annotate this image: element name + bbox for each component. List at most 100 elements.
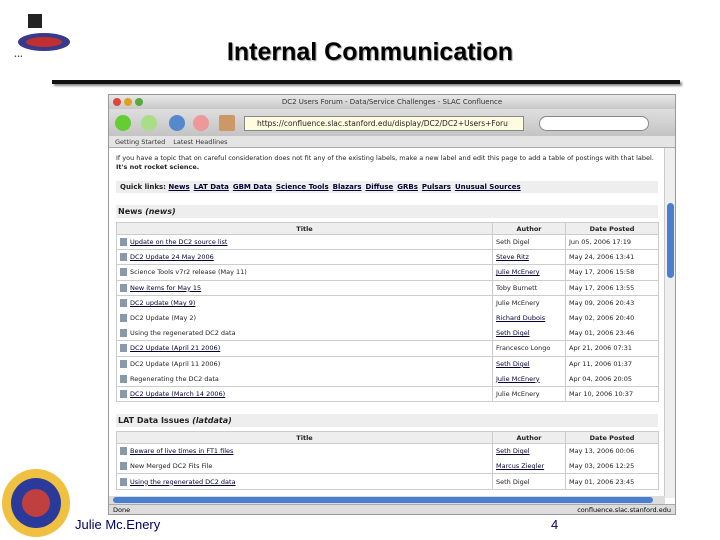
author: Julie McEnery <box>496 389 540 398</box>
author-link[interactable]: Steve Ritz <box>496 253 529 261</box>
quick-links: Quick links: News LAT Data GBM Data Science… <box>116 181 658 193</box>
minimize-icon[interactable] <box>124 98 132 106</box>
author: Julie McEnery <box>496 299 540 308</box>
quick-link[interactable]: Pulsars <box>422 183 451 191</box>
stop-icon[interactable] <box>193 115 209 131</box>
toolbar: https://confluence.slac.stanford.edu/dis… <box>109 109 675 136</box>
table-row: DC2 update (May 9) Julie McEnery May 09, 2… <box>116 295 659 311</box>
date-posted: Apr 11, 2006 01:37 <box>565 356 659 372</box>
post-title[interactable]: Science Tools v7r2 release (May 11) <box>130 268 247 276</box>
quick-link[interactable]: LAT Data <box>194 183 229 191</box>
column-header: Title <box>116 222 493 235</box>
postings-table: Title Author Date Posted Beware of live tim… <box>116 431 659 490</box>
date-posted: May 01, 2006 23:45 <box>565 473 659 490</box>
quick-link[interactable]: Diffuse <box>365 183 393 191</box>
status-bar: Done confluence.slac.stanford.edu <box>109 504 675 514</box>
forward-icon[interactable] <box>141 115 157 131</box>
page-icon <box>120 374 127 383</box>
table-row: DC2 Update (April 11 2006) Seth Digel Apr … <box>116 356 659 372</box>
post-title[interactable]: New Merged DC2 Fits File <box>130 462 212 470</box>
reload-icon[interactable] <box>169 115 185 131</box>
post-title-link[interactable]: Beware of live times in FT1 files <box>130 447 233 455</box>
horizontal-scrollbar[interactable] <box>109 496 665 504</box>
post-title[interactable]: Regenerating the DC2 data <box>130 375 219 383</box>
author-link[interactable]: Julie McEnery <box>496 375 540 383</box>
date-posted: May 02, 2006 20:40 <box>565 310 659 326</box>
table-row: Beware of live times in FT1 files Seth Di… <box>116 443 659 459</box>
home-icon[interactable] <box>219 115 235 131</box>
scrollbar-thumb[interactable] <box>667 203 674 278</box>
post-title-link[interactable]: Update on the DC2 source list <box>130 238 227 246</box>
post-title-link[interactable]: DC2 Update (April 21 2006) <box>130 344 220 352</box>
table-row: New Merged DC2 Fits File Marcus Ziegler Ma… <box>116 458 659 475</box>
vertical-scrollbar[interactable] <box>664 148 675 498</box>
quick-link[interactable]: Blazars <box>333 183 362 191</box>
search-input[interactable] <box>539 116 649 131</box>
page-icon <box>120 447 127 456</box>
column-header: Author <box>492 222 566 235</box>
date-posted: May 03, 2006 12:25 <box>565 458 659 475</box>
postings-table: Title Author Date Posted Update on the DC2 … <box>116 222 659 403</box>
section-heading: News (news) <box>116 205 658 218</box>
glast-logo: ••• <box>14 14 70 60</box>
author: Seth Digel <box>496 477 530 486</box>
page-icon <box>120 268 127 277</box>
page-icon <box>120 299 127 308</box>
date-posted: May 13, 2006 00:06 <box>565 443 659 459</box>
date-posted: May 09, 2006 20:43 <box>565 295 659 311</box>
page-icon <box>120 314 127 323</box>
table-row: Science Tools v7r2 release (May 11) Julie… <box>116 264 659 281</box>
page-icon <box>120 238 127 247</box>
post-title-link[interactable]: Using the regenerated DC2 data <box>130 478 236 486</box>
quick-link[interactable]: GBM Data <box>233 183 272 191</box>
post-title-link[interactable]: DC2 Update 24 May 2006 <box>130 253 214 261</box>
column-header: Author <box>492 431 566 445</box>
quick-link[interactable]: News <box>168 183 189 191</box>
bookmarks-bar: Getting Started Latest Headlines <box>109 136 675 148</box>
intro-text: If you have a topic that on careful cons… <box>116 154 654 171</box>
page-content: If you have a topic that on careful cons… <box>109 148 665 506</box>
page-icon <box>120 344 127 353</box>
scrollbar-thumb[interactable] <box>113 497 653 503</box>
url-input[interactable]: https://confluence.slac.stanford.edu/dis… <box>244 116 524 131</box>
post-title-link[interactable]: DC2 update (May 9) <box>130 299 195 307</box>
post-title-link[interactable]: DC2 Update (March 14 2006) <box>130 390 225 398</box>
back-icon[interactable] <box>115 115 131 131</box>
quick-link[interactable]: GRBs <box>397 183 418 191</box>
svg-text:•••: ••• <box>14 54 23 60</box>
table-row: Using the regenerated DC2 data Seth Digel… <box>116 325 659 342</box>
table-header: Title Author Date Posted <box>116 431 659 445</box>
section-heading: LAT Data Issues (latdata) <box>116 414 658 428</box>
zoom-icon[interactable] <box>135 98 143 106</box>
bookmark-getting-started[interactable]: Getting Started <box>115 138 165 146</box>
date-posted: Apr 21, 2006 07:31 <box>565 340 659 357</box>
slide-author: Julie Mc.Enery <box>75 517 161 532</box>
post-title-link[interactable]: New items for May 15 <box>130 284 201 292</box>
author-link[interactable]: Seth Digel <box>496 329 530 337</box>
window-titlebar: DC2 Users Forum - Data/Service Challenge… <box>109 95 675 109</box>
author-link[interactable]: Seth Digel <box>496 447 530 455</box>
author: Seth Digel <box>496 238 530 247</box>
date-posted: May 17, 2006 15:58 <box>565 264 659 281</box>
post-title[interactable]: DC2 Update (April 11 2006) <box>130 360 220 368</box>
date-posted: Mar 10, 2006 10:37 <box>565 386 659 403</box>
date-posted: May 01, 2006 23:46 <box>565 325 659 342</box>
author-link[interactable]: Seth Digel <box>496 360 530 368</box>
author-link[interactable]: Julie McEnery <box>496 268 540 276</box>
close-icon[interactable] <box>113 98 121 106</box>
post-title[interactable]: DC2 Update (May 2) <box>130 314 196 322</box>
table-row: Regenerating the DC2 data Julie McEnery Ap… <box>116 371 659 387</box>
post-title[interactable]: Using the regenerated DC2 data <box>130 329 236 337</box>
table-row: Update on the DC2 source list Seth Digel J… <box>116 234 659 251</box>
column-header: Title <box>116 431 493 445</box>
author-link[interactable]: Richard Dubois <box>496 314 545 322</box>
page-icon <box>120 359 127 368</box>
table-row: DC2 Update (April 21 2006) Francesco Long… <box>116 340 659 357</box>
quick-link[interactable]: Science Tools <box>276 183 329 191</box>
page-icon <box>120 389 127 398</box>
bookmark-latest-headlines[interactable]: Latest Headlines <box>173 138 227 146</box>
table-row: DC2 Update 24 May 2006 Steve Ritz May 24, … <box>116 249 659 266</box>
page-icon <box>120 462 127 471</box>
quick-link[interactable]: Unusual Sources <box>455 183 521 191</box>
author-link[interactable]: Marcus Ziegler <box>496 462 544 470</box>
